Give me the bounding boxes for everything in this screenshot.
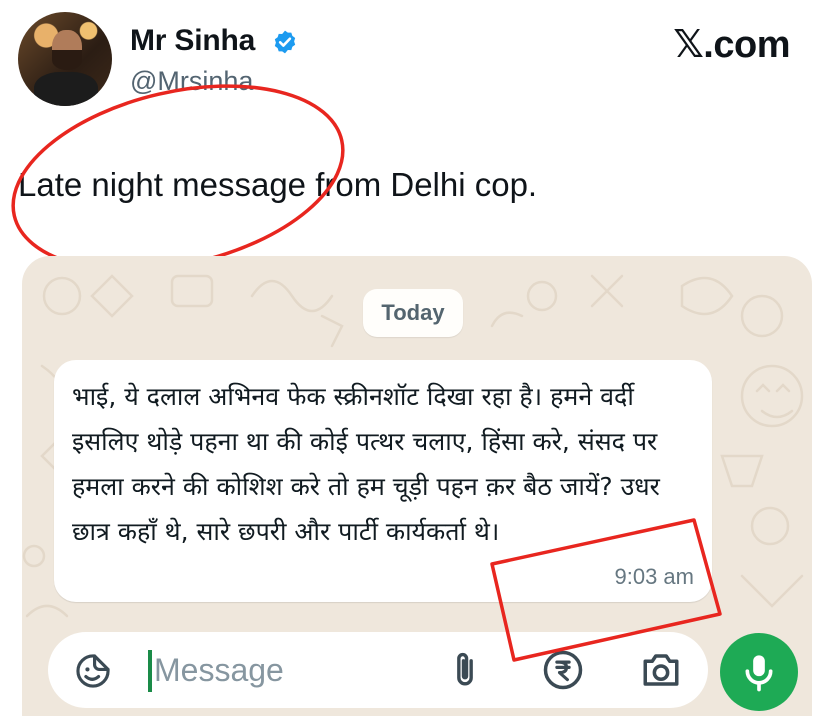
date-separator-chip: Today xyxy=(363,289,463,337)
rupee-icon[interactable] xyxy=(542,649,584,691)
avatar-beard xyxy=(52,50,82,70)
camera-icon[interactable] xyxy=(640,650,682,690)
author-handle[interactable]: @Mrsinha xyxy=(130,66,253,97)
message-text: भाई, ये दलाल अभिनव फेक स्क्रीनशॉट दिखा र… xyxy=(72,382,660,546)
message-timestamp: 9:03 am xyxy=(614,564,695,589)
verified-badge-icon xyxy=(274,30,296,54)
avatar-shirt xyxy=(34,72,98,106)
paperclip-icon[interactable] xyxy=(446,650,484,690)
whatsapp-chat-screenshot: Today भाई, ये दलाल अभिनव फेक स्क्रीनशॉट … xyxy=(22,256,812,716)
sticker-smiley-icon[interactable] xyxy=(74,652,112,690)
avatar[interactable] xyxy=(18,12,112,106)
tweet-text: Late night message from Delhi cop. xyxy=(18,166,538,203)
author-name[interactable]: Mr Sinha xyxy=(130,24,255,58)
message-input[interactable] xyxy=(152,646,424,694)
site-brand-logo: 𝕏.com xyxy=(673,24,790,66)
microphone-icon xyxy=(745,655,773,692)
voice-message-button[interactable] xyxy=(720,633,798,711)
incoming-message-bubble[interactable]: भाई, ये दलाल अभिनव फेक स्क्रीनशॉट दिखा र… xyxy=(54,360,712,602)
message-composer xyxy=(48,632,708,708)
